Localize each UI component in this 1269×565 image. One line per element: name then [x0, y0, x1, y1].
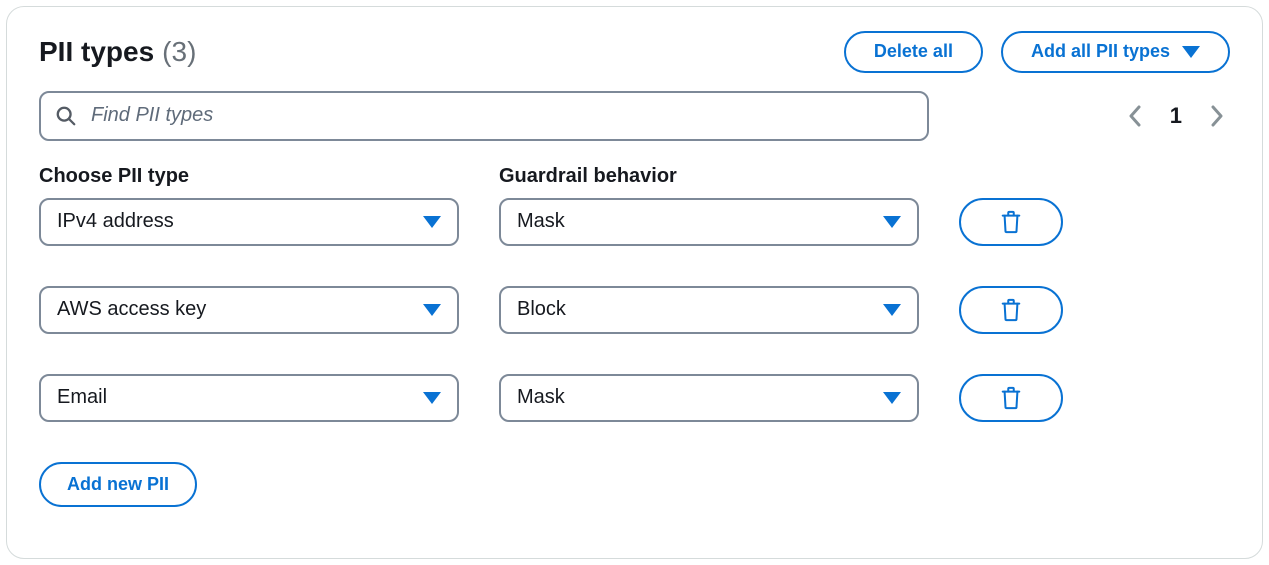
behavior-select[interactable]: Block [499, 286, 919, 334]
trash-icon [1000, 298, 1022, 322]
pii-type-value: Email [57, 386, 107, 409]
trash-icon [1000, 386, 1022, 410]
pii-type-select[interactable]: IPv4 address [39, 198, 459, 246]
columns-header: Choose PII type Guardrail behavior [39, 165, 1230, 188]
caret-down-icon [423, 392, 441, 404]
pii-rows: IPv4 address Mask [39, 198, 1230, 422]
footer-actions: Add new PII [39, 462, 1230, 507]
caret-down-icon [1182, 46, 1200, 58]
add-all-pii-types-button[interactable]: Add all PII types [1001, 31, 1230, 73]
behavior-select[interactable]: Mask [499, 374, 919, 422]
delete-row-button[interactable] [959, 286, 1063, 334]
caret-down-icon [883, 392, 901, 404]
caret-down-icon [883, 304, 901, 316]
pii-row: Email Mask [39, 374, 1230, 422]
delete-row-button[interactable] [959, 198, 1063, 246]
behavior-select[interactable]: Mask [499, 198, 919, 246]
delete-row-button[interactable] [959, 374, 1063, 422]
header-actions: Delete all Add all PII types [844, 31, 1230, 73]
pii-type-value: AWS access key [57, 298, 206, 321]
search-box[interactable] [39, 91, 929, 141]
page-number: 1 [1170, 103, 1182, 129]
add-all-label: Add all PII types [1031, 41, 1170, 63]
column-behavior-label: Guardrail behavior [499, 165, 919, 188]
column-pii-type-label: Choose PII type [39, 165, 459, 188]
search-input[interactable] [89, 103, 913, 128]
search-icon [55, 105, 77, 127]
behavior-value: Mask [517, 386, 565, 409]
pii-type-value: IPv4 address [57, 210, 174, 233]
panel-header: PII types (3) Delete all Add all PII typ… [39, 31, 1230, 73]
pagination: 1 [1128, 103, 1230, 129]
pii-types-panel: PII types (3) Delete all Add all PII typ… [6, 6, 1263, 559]
chevron-left-icon[interactable] [1128, 105, 1142, 127]
pii-row: IPv4 address Mask [39, 198, 1230, 246]
delete-all-label: Delete all [874, 41, 953, 63]
search-row: 1 [39, 91, 1230, 141]
title-group: PII types (3) [39, 36, 196, 68]
pii-row: AWS access key Block [39, 286, 1230, 334]
caret-down-icon [423, 304, 441, 316]
pii-type-select[interactable]: AWS access key [39, 286, 459, 334]
pii-type-select[interactable]: Email [39, 374, 459, 422]
add-new-label: Add new PII [67, 474, 169, 494]
caret-down-icon [423, 216, 441, 228]
panel-count: (3) [162, 36, 196, 68]
behavior-value: Block [517, 298, 566, 321]
behavior-value: Mask [517, 210, 565, 233]
delete-all-button[interactable]: Delete all [844, 31, 983, 73]
chevron-right-icon[interactable] [1210, 105, 1224, 127]
add-new-pii-button[interactable]: Add new PII [39, 462, 197, 507]
panel-title: PII types [39, 36, 154, 68]
trash-icon [1000, 210, 1022, 234]
caret-down-icon [883, 216, 901, 228]
